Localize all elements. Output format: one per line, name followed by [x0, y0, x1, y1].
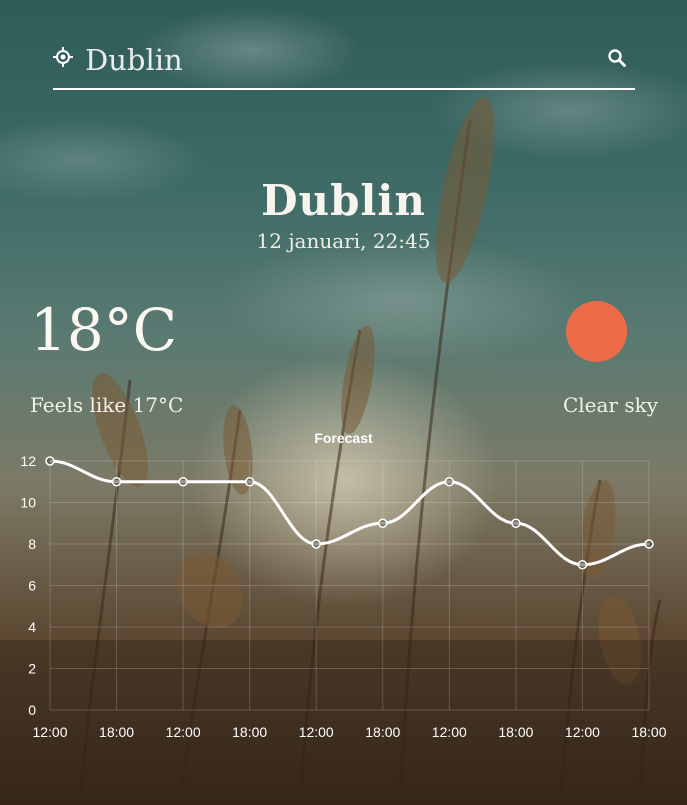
x-tick-label: 18:00 [365, 724, 400, 740]
weather-condition: Clear sky [562, 393, 658, 417]
feels-like: Feels like 17°C [30, 393, 184, 417]
data-point [511, 518, 521, 528]
data-point [577, 560, 588, 570]
data-point [311, 539, 321, 549]
x-tick-label: 18:00 [99, 724, 134, 740]
search-icon[interactable] [607, 48, 627, 68]
x-tick-label: 12:00 [299, 724, 334, 740]
y-tick-label: 6 [28, 578, 36, 594]
series-line [49, 459, 650, 567]
y-tick-label: 2 [28, 661, 36, 677]
x-tick-label: 12:00 [166, 724, 201, 740]
data-point [378, 518, 388, 528]
x-tick-label: 18:00 [498, 724, 533, 740]
crosshair-location-icon[interactable] [53, 47, 73, 67]
current-temperature: 18°C [30, 296, 178, 364]
data-point [244, 477, 255, 487]
y-tick-label: 12 [20, 453, 36, 469]
forecast-chart: 0 2 4 6 8 10 12 12:00 18:00 12:00 18:00 12:00 18:00 1… [20, 453, 666, 740]
data-point [111, 477, 122, 487]
y-tick-label: 10 [20, 495, 36, 511]
search-bar [53, 38, 635, 90]
city-title: Dublin [261, 176, 426, 225]
data-point [644, 539, 654, 549]
data-point [178, 477, 188, 487]
data-point [444, 477, 455, 487]
date-time: 12 januari, 22:45 [256, 229, 431, 253]
x-tick-label: 12:00 [565, 724, 600, 740]
search-input[interactable] [83, 38, 587, 82]
sun-icon [566, 301, 627, 362]
y-tick-label: 8 [28, 536, 36, 552]
x-tick-label: 18:00 [631, 724, 666, 740]
x-tick-label: 12:00 [32, 724, 67, 740]
x-tick-label: 12:00 [432, 724, 467, 740]
x-tick-label: 18:00 [232, 724, 267, 740]
data-point [45, 456, 55, 466]
y-tick-label: 4 [28, 619, 36, 635]
y-tick-label: 0 [28, 702, 36, 718]
